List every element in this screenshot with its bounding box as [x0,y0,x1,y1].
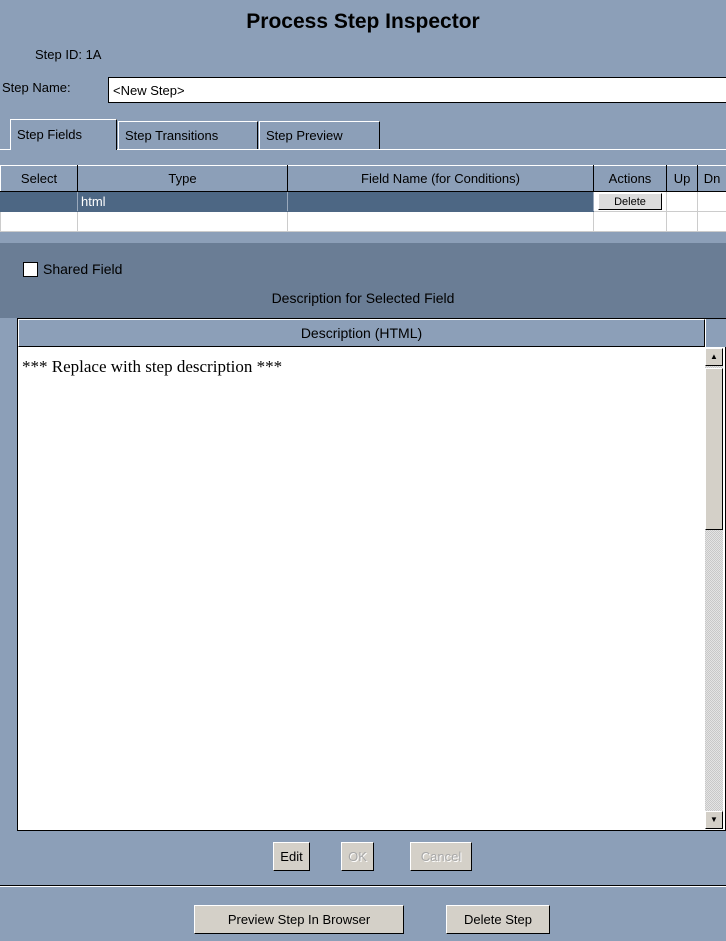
scrollbar-thumb[interactable] [705,368,723,530]
column-header-up[interactable]: Up [666,165,698,192]
cancel-button[interactable]: Cancel [410,842,472,871]
shared-field-checkbox[interactable] [23,262,38,277]
column-header-type[interactable]: Type [77,165,288,192]
table-row-empty [0,211,726,232]
cell-select[interactable] [0,191,78,212]
cell-actions: Delete [593,191,667,212]
cell-type[interactable]: html [77,191,288,212]
ok-button[interactable]: OK [341,842,374,871]
description-section-title: Description for Selected Field [271,290,455,306]
column-header-dn[interactable]: Dn [697,165,726,192]
description-column-header: Description (HTML) [18,319,705,347]
table-header-row: Select Type Field Name (for Conditions) … [0,165,726,192]
editor-vertical-scrollbar[interactable]: ▲ ▼ [705,348,723,829]
shared-field-label: Shared Field [43,261,123,277]
step-name-label: Step Name: [2,80,71,95]
editor-header-corner [705,319,726,347]
footer-divider [0,885,726,887]
scroll-down-arrow-icon[interactable]: ▼ [705,811,723,829]
cell-dn[interactable] [697,191,726,212]
scroll-up-arrow-icon[interactable]: ▲ [705,348,723,366]
tab-step-transitions[interactable]: Step Transitions [118,121,258,150]
table-row[interactable]: html Delete [0,191,726,212]
description-editor[interactable] [17,318,726,831]
delete-step-button[interactable]: Delete Step [446,905,550,934]
cell-field-name[interactable] [287,191,594,212]
page-title: Process Step Inspector [246,10,480,33]
fields-table: Select Type Field Name (for Conditions) … [0,165,726,232]
column-header-actions[interactable]: Actions [593,165,667,192]
description-content[interactable]: *** Replace with step description *** [22,357,702,377]
preview-step-in-browser-button[interactable]: Preview Step In Browser [194,905,404,934]
tab-step-preview[interactable]: Step Preview [259,121,380,150]
cell-up[interactable] [666,191,698,212]
delete-field-button[interactable]: Delete [598,193,662,210]
edit-button[interactable]: Edit [273,842,310,871]
column-header-field-name[interactable]: Field Name (for Conditions) [287,165,594,192]
step-id-label: Step ID: 1A [35,47,102,62]
step-name-input[interactable] [108,77,726,103]
tab-step-fields[interactable]: Step Fields [10,119,117,150]
field-details-panel [0,243,726,318]
column-header-select[interactable]: Select [0,165,78,192]
